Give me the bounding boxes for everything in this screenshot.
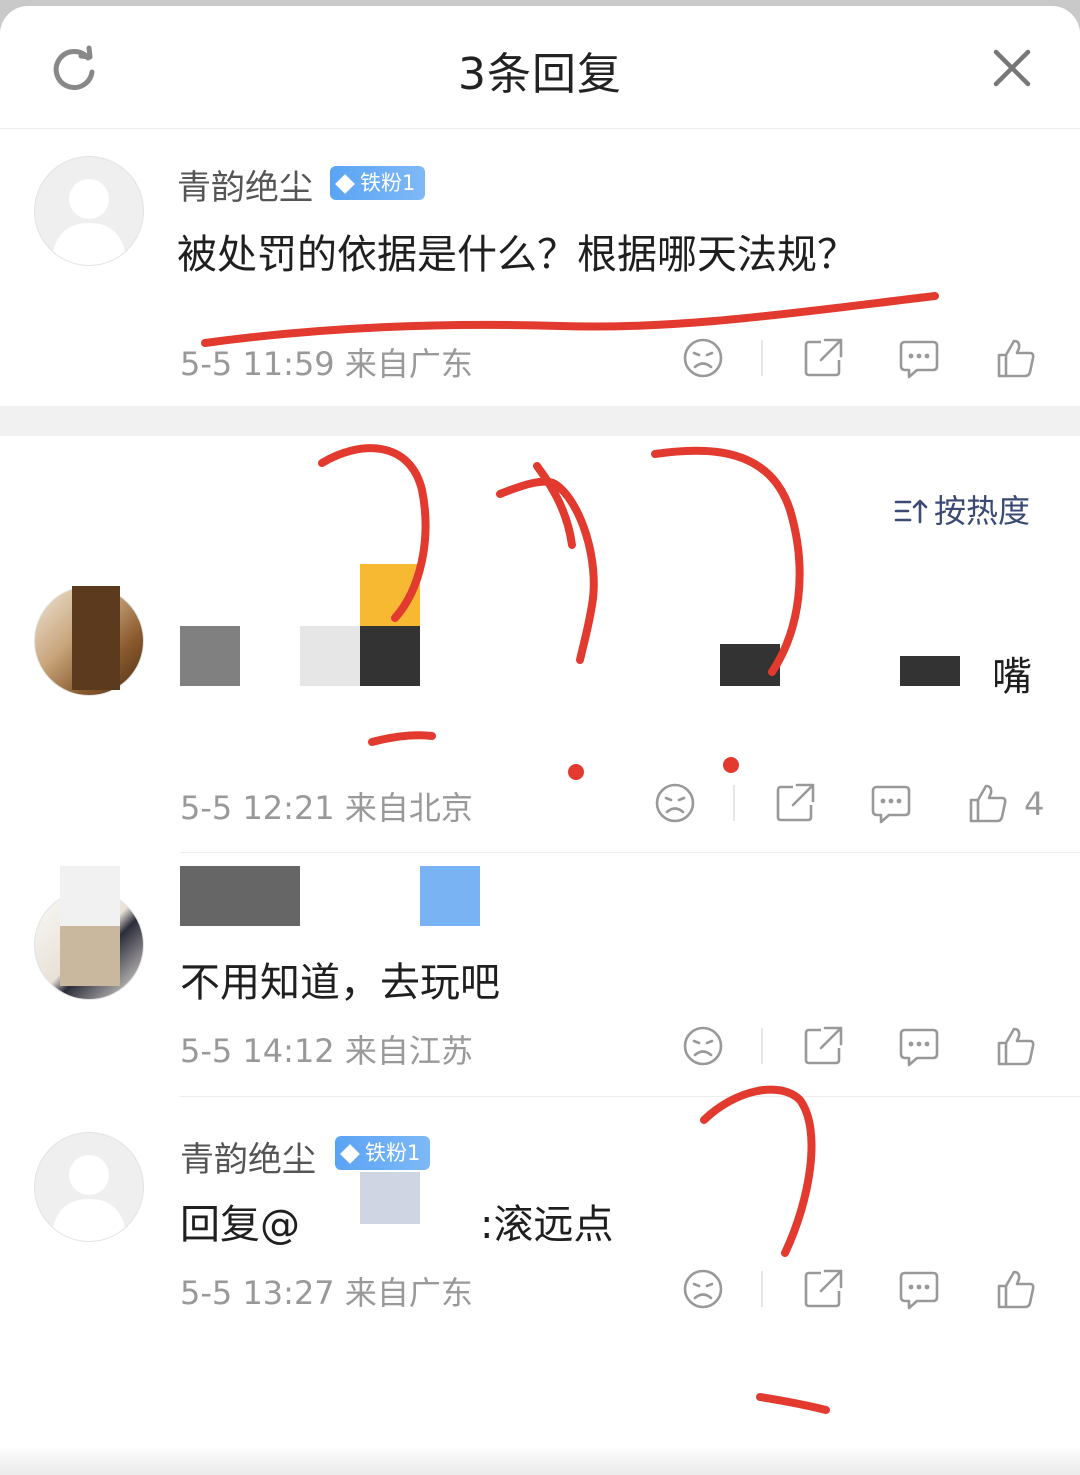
action-divider <box>761 1271 763 1307</box>
share-icon[interactable] <box>801 336 845 380</box>
pixelated-avatar <box>60 926 120 986</box>
avatar[interactable] <box>34 1132 144 1242</box>
fan-badge: 铁粉1 <box>335 1136 431 1170</box>
reply-icon[interactable] <box>897 336 941 380</box>
reply-icon[interactable] <box>897 1024 941 1068</box>
close-icon[interactable] <box>986 42 1038 94</box>
sort-button[interactable]: 按热度 <box>894 486 1030 532</box>
fan-badge-label: 铁粉1 <box>365 1141 421 1165</box>
like-count: 4 <box>1024 785 1045 823</box>
sheet-title: 3条回复 <box>458 49 622 100</box>
dislike-icon[interactable] <box>653 781 697 825</box>
share-icon[interactable] <box>773 781 817 825</box>
pixelated-name <box>420 866 480 926</box>
diamond-icon <box>335 174 355 194</box>
pixelated-name <box>360 1172 420 1224</box>
sheet-header: 3条回复 <box>0 6 1080 129</box>
share-icon[interactable] <box>801 1267 845 1311</box>
reply-mention-prefix[interactable]: 回复@ <box>180 1192 300 1250</box>
action-divider <box>761 1028 763 1064</box>
action-divider <box>761 340 763 376</box>
comment-sheet: 3条回复 青韵绝尘 铁粉1 被处罚的依据是什么？根据哪天法规？ 5-5 11:5… <box>0 6 1080 1475</box>
reply-divider <box>180 1096 1080 1097</box>
diamond-icon <box>340 1144 360 1164</box>
share-icon[interactable] <box>801 1024 845 1068</box>
comment-author[interactable]: 青韵绝尘 <box>177 160 313 209</box>
pixelated-name <box>180 866 300 926</box>
comment-meta: 5-5 13:27 来自广东 <box>180 1274 473 1312</box>
fan-badge-label: 铁粉1 <box>360 171 416 195</box>
avatar[interactable] <box>34 156 144 266</box>
pixelated-block <box>360 564 420 626</box>
comment-text: 嘴 <box>992 654 1032 700</box>
comment-meta: 5-5 12:21 来自北京 <box>180 789 473 827</box>
like-icon[interactable] <box>993 1267 1037 1311</box>
like-icon[interactable] <box>993 1024 1037 1068</box>
comment-meta: 5-5 14:12 来自江苏 <box>180 1032 473 1070</box>
sort-label: 按热度 <box>934 492 1031 530</box>
pixelated-block <box>720 644 780 686</box>
reply-icon[interactable] <box>869 781 913 825</box>
pixelated-avatar <box>60 866 120 926</box>
pixelated-avatar <box>72 586 120 690</box>
reply-icon[interactable] <box>897 1267 941 1311</box>
pixelated-block <box>360 626 420 686</box>
like-icon[interactable] <box>993 336 1037 380</box>
comment-meta: 5-5 11:59 来自广东 <box>180 345 473 383</box>
dislike-icon[interactable] <box>681 336 725 380</box>
pixelated-block <box>180 626 240 686</box>
sort-icon <box>894 499 928 524</box>
bottom-fade <box>0 1446 1080 1475</box>
pixelated-block <box>900 656 960 686</box>
dislike-icon[interactable] <box>681 1024 725 1068</box>
comment-author[interactable]: 青韵绝尘 <box>180 1132 316 1181</box>
action-divider <box>733 785 735 821</box>
fan-badge: 铁粉1 <box>330 166 426 200</box>
comment-text: 被处罚的依据是什么？根据哪天法规？ <box>177 232 857 278</box>
reply-divider <box>180 852 1080 853</box>
dislike-icon[interactable] <box>681 1267 725 1311</box>
section-separator <box>0 406 1080 436</box>
default-avatar-icon <box>51 179 127 265</box>
pixelated-block <box>300 626 360 686</box>
default-avatar-icon <box>51 1155 127 1241</box>
comment-text: :滚远点 <box>480 1202 614 1248</box>
like-icon[interactable] <box>965 781 1009 825</box>
comment-text: 不用知道，去玩吧 <box>180 960 500 1006</box>
